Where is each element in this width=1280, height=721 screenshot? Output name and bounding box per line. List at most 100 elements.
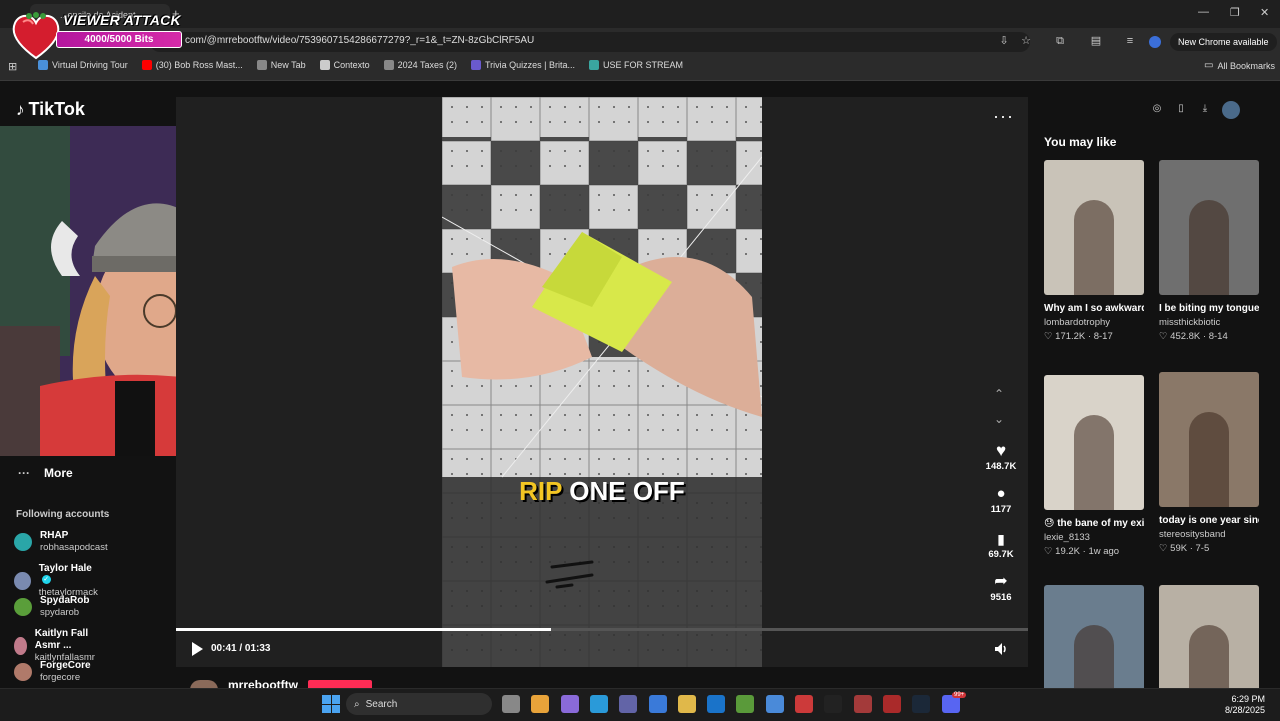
bits-progress: 4000/5000 Bits [56,31,182,48]
tiktok-logo[interactable]: ♪ TikTok [16,99,85,120]
chevron-up-icon[interactable]: ⌃ [994,387,1004,401]
app-icon[interactable] [765,695,784,713]
install-icon[interactable]: ⇩ [998,35,1010,47]
device-icon[interactable]: ▯ [1174,103,1188,117]
card-title[interactable]: I be biting my tongue to try and not sha… [1159,301,1259,316]
card-username[interactable]: stereositysband [1159,528,1259,542]
save-count: 69.7K [988,549,1014,560]
capcut-icon[interactable] [824,695,843,713]
following-account[interactable]: RHAP robhasapodcast [14,530,108,554]
media-icon[interactable]: ▤ [1090,35,1102,47]
profile-avatar[interactable] [1149,36,1161,48]
play-icon[interactable] [190,641,204,657]
close-icon[interactable]: ✕ [1260,6,1269,19]
card-date: 1w ago [1088,546,1120,557]
account-avatar [14,598,32,616]
card-title[interactable]: 😓 the bane of my existence for like 4... [1044,516,1144,531]
like-action[interactable]: ♥ 148.7K [983,442,1019,473]
teams-icon[interactable] [619,695,638,713]
video-editor-icon[interactable] [882,695,901,713]
copilot-icon[interactable] [560,695,579,713]
time-display: 00:41 / 01:33 [211,643,271,654]
card-username[interactable]: lexie_8133 [1044,531,1144,545]
volume-icon[interactable] [993,641,1009,657]
share-action[interactable]: ➦ 9516 [983,573,1019,603]
bookmark-label: Trivia Quizzes | Brita... [485,60,576,70]
bookmark-star-icon[interactable]: ☆ [1020,35,1032,47]
like-outline-icon: ♡ [1044,331,1056,342]
bookmark-label: (30) Bob Ross Mast... [155,60,243,70]
maximize-icon[interactable]: ❐ [1230,6,1240,19]
search-label: Search [365,698,398,710]
chevron-down-icon[interactable]: ⌄ [994,412,1004,426]
extensions-icon[interactable]: ⧉ [1054,35,1066,47]
viewer-attack-title: VIEWER ATTACK [63,12,181,28]
video-thumbnail[interactable] [1159,372,1259,507]
weather-icon[interactable] [648,695,667,713]
taskbar-search[interactable]: ⌕ Search [346,693,492,715]
file-explorer-icon[interactable] [502,695,520,713]
save-action[interactable]: ▮ 69.7K [983,530,1019,560]
bookmark-item[interactable]: Trivia Quizzes | Brita... [471,60,575,70]
bookmark-item[interactable]: New Tab [256,60,306,70]
card-views: 59K [1170,543,1188,554]
chrome-icon[interactable] [531,695,550,713]
you-may-like-title: You may like [1044,135,1117,149]
bookmark-item[interactable]: 2024 Taxes (2) [383,60,457,70]
windows-start-icon[interactable] [322,695,340,713]
coin-icon[interactable]: ◎ [1150,103,1164,117]
outlook-icon[interactable] [707,695,726,713]
video-thumbnail[interactable] [1044,375,1144,510]
recommended-video-card[interactable]: 😓 the bane of my existence for like 4...… [1044,375,1144,559]
following-account[interactable]: Kaitlyn Fall Asmr ... kaitlynfallasmr [14,628,100,664]
recommended-video-card[interactable]: Why am I so awkward #fyp #fail...lombard… [1044,160,1144,344]
video-caption: RIP ONE OFF [442,476,762,507]
download-icon[interactable]: ⤓ [1198,103,1212,117]
more-options-icon[interactable]: ··· [993,106,1014,127]
share-count: 9516 [990,592,1012,603]
game-icon[interactable] [853,695,872,713]
reading-list-icon[interactable]: ≡ [1124,35,1136,47]
bookmark-item[interactable]: (30) Bob Ross Mast... [141,60,243,70]
following-account[interactable]: SpydaRob spydarob [14,595,89,619]
card-title[interactable]: Why am I so awkward #fyp #fail... [1044,301,1144,316]
minimize-icon[interactable]: — [1198,6,1209,18]
card-username[interactable]: missthickbiotic [1159,316,1259,330]
video-frame[interactable] [442,97,762,667]
edge-icon[interactable] [589,695,608,713]
taskbar-clock[interactable]: 6:29 PM 8/28/2025 [1225,694,1265,716]
bookmark-favicon-icon [256,60,267,70]
bookmark-item[interactable]: Contexto [319,60,370,70]
card-date: 8-17 [1093,331,1113,342]
caption-highlight: RIP [519,476,563,506]
card-username[interactable]: lombardotrophy [1044,316,1144,330]
media-icon[interactable] [795,695,813,713]
recommended-video-card[interactable]: today is one year since I posted this...… [1159,372,1259,556]
steam-icon[interactable] [912,695,931,713]
bookmark-list: Virtual Driving Tour (30) Bob Ross Mast..… [38,60,683,70]
separator: · [1200,331,1209,342]
thumbnail-figure [1189,200,1229,295]
folder-icon[interactable] [677,695,696,713]
comment-action[interactable]: ● 1177 [983,485,1019,515]
new-chrome-button[interactable]: New Chrome available [1170,33,1277,51]
top-right-tools: ◎ ▯ ⤓ [1150,101,1240,119]
user-avatar[interactable] [1222,101,1240,119]
more-menu[interactable]: ··· More [18,466,73,480]
following-account[interactable]: ForgeCore forgecore [14,660,91,684]
url-text[interactable]: com/@mrrebootftw/video/75396071542866772… [185,35,534,46]
card-views: 171.2K [1055,331,1086,342]
bookmark-label: Virtual Driving Tour [52,60,128,70]
card-title[interactable]: today is one year since I posted this... [1159,513,1259,528]
video-thumbnail[interactable] [1159,160,1259,295]
recommended-video-card[interactable]: I be biting my tongue to try and not sha… [1159,160,1259,344]
all-bookmarks[interactable]: ▭ All Bookmarks [1204,60,1275,71]
following-account[interactable]: Taylor Hale✓ thetaylormack [14,563,99,599]
account-name: SpydaRob [40,595,90,606]
bookmark-item[interactable]: USE FOR STREAM [589,60,683,70]
progress-fill [176,628,551,631]
comment-count: 1177 [990,504,1012,515]
video-thumbnail[interactable] [1044,160,1144,295]
xbox-icon[interactable] [736,695,755,713]
tiktok-note-icon: ♪ [16,99,25,119]
